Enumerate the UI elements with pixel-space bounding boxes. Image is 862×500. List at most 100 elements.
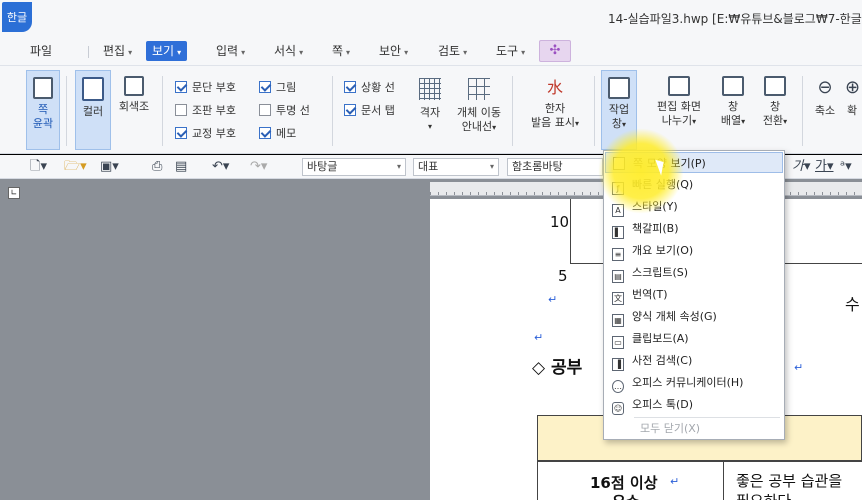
axis-label-5: 5 (558, 267, 568, 285)
checkbox-proof-mark[interactable]: 교정 부호 (175, 126, 236, 142)
menu-file-label: 파일 (30, 44, 53, 58)
hangul-app-logo[interactable]: 한글 (2, 2, 32, 32)
chat-bubble-icon: … (612, 380, 624, 393)
menu-review-label: 검토 (438, 44, 461, 58)
menu-review[interactable]: 검토 ▾ (432, 41, 473, 61)
menu-security[interactable]: 보안 ▾ (373, 41, 414, 61)
grid-button[interactable]: 격자 ▾ (412, 70, 448, 150)
object-move-guide-label-2: 안내선▾ (452, 120, 506, 135)
hanja-label-2: 발음 표시▾ (524, 116, 586, 131)
print-icon[interactable]: ⎙ (152, 159, 162, 175)
menu-item-form-object-properties[interactable]: ▦ 양식 개체 속성(G) (605, 306, 783, 327)
edit-screen-split-label: 편집 화면 (657, 100, 701, 113)
menu-item-dictionary-search[interactable]: ▐ 사전 검색(C) (605, 350, 783, 371)
chart-text-su: 수 (845, 295, 860, 314)
checkbox-document-tab[interactable]: 문서 탭 (344, 103, 395, 119)
preview-icon[interactable]: ▤ (175, 159, 187, 175)
menu-insert-label: 입력 (216, 44, 239, 58)
checkbox-memo[interactable]: 메모 (259, 126, 296, 142)
window-arrange-label-2: 배열▾ (714, 114, 752, 129)
redo-icon[interactable]: ↷▾ (250, 159, 267, 175)
page-view-icon (613, 157, 625, 170)
menu-item-office-talk[interactable]: ☺ 오피스 톡(D) (605, 394, 783, 415)
checkbox-transparent-line[interactable]: 투명 선 (259, 103, 310, 119)
menu-item-quick-run[interactable]: ƒ 빠른 실행(Q) (605, 174, 783, 195)
ruler-toggle-icon[interactable]: ∟ (8, 187, 20, 199)
menu-item-label: 모두 닫기(X) (640, 422, 701, 435)
puzzle-icon[interactable]: ✣ (539, 40, 571, 62)
checkbox-status-line[interactable]: 상황 선 (344, 80, 395, 96)
color-button[interactable]: 컬러 (75, 70, 111, 150)
zoom-out-icon: ⊖ (817, 77, 833, 98)
window-switch-label-2: 전환▾ (756, 114, 794, 129)
menu-item-style[interactable]: A 스타일(Y) (605, 196, 783, 217)
representative-font-select[interactable]: 대표 ▾ (413, 158, 499, 176)
menu-item-clipboard[interactable]: ▭ 클립보드(A) (605, 328, 783, 349)
zoom-in-button[interactable]: ⊕ 확 (843, 70, 862, 150)
menu-page[interactable]: 쪽 ▾ (326, 41, 356, 61)
italic-button[interactable]: 가▾ (792, 159, 811, 175)
menu-view[interactable]: 보기 ▾ (146, 41, 188, 61)
save-icon[interactable]: ▣▾ (100, 159, 119, 175)
menu-item-script[interactable]: ▤ 스크립트(S) (605, 262, 783, 283)
grid-label: 격자 (419, 106, 441, 119)
menu-item-close-all[interactable]: 모두 닫기(X) (605, 418, 783, 439)
menu-item-label: 스타일(Y) (632, 200, 678, 213)
checkbox-icon (175, 104, 187, 116)
font-select[interactable]: 함초롬바탕 (507, 158, 603, 176)
menu-bar: 파일 편집 ▾ 보기 ▾ 입력 ▾ 서식 ▾ 쪽 ▾ 보안 ▾ 검토 ▾ 도구 ▾ ✣ (0, 36, 862, 66)
chevron-down-icon: ▾ (396, 162, 401, 171)
style-select-value: 바탕글 (307, 160, 338, 173)
zoom-in-icon: ⊕ (845, 77, 861, 98)
menu-item-page-view[interactable]: 쪽 모양 보기(P) (605, 152, 783, 173)
page-outline-button[interactable]: 쪽 윤곽 (26, 70, 60, 150)
undo-icon[interactable]: ↶▾ (212, 159, 229, 175)
underline-button[interactable]: 가▾ (815, 159, 834, 175)
menu-divider (88, 46, 89, 58)
hanja-label-text: 발음 표시 (531, 116, 575, 129)
menu-edit[interactable]: 편집 ▾ (97, 41, 138, 61)
checkbox-picture[interactable]: 그림 (259, 80, 296, 96)
window-arrange-label: 창 (727, 100, 739, 113)
task-window-dropdown: 쪽 모양 보기(P) ƒ 빠른 실행(Q) A 스타일(Y) ▌ 책갈피(B) ≡ 개요… (603, 150, 785, 440)
edit-screen-split-button[interactable]: 편집 화면 나누기▾ (648, 70, 710, 150)
menu-item-label: 개요 보기(O) (632, 244, 694, 257)
hanja-pronunciation-button[interactable]: 水 한자 발음 표시▾ (524, 70, 586, 150)
window-arrange-button[interactable]: 창 배열▾ (714, 70, 752, 150)
zoom-out-button[interactable]: ⊖ 축소 (808, 70, 842, 150)
checkbox-icon (259, 127, 271, 139)
menu-item-translate[interactable]: 文 번역(T) (605, 284, 783, 305)
open-folder-icon[interactable]: 🗁▾ (64, 159, 87, 175)
page-outline-icon (33, 77, 53, 99)
clipboard-icon: ▭ (612, 336, 624, 349)
chevron-down-icon: ▾ (128, 48, 133, 57)
menu-tools[interactable]: 도구 ▾ (490, 41, 531, 61)
checkbox-paragraph-mark[interactable]: 문단 부호 (175, 80, 236, 96)
checkbox-label: 문단 부호 (192, 81, 236, 94)
task-window-button[interactable]: 작업 창▾ (601, 70, 637, 150)
menu-item-office-communicator[interactable]: … 오피스 커뮤니케이터(H) (605, 372, 783, 393)
window-switch-button[interactable]: 창 전환▾ (756, 70, 794, 150)
chevron-down-icon: ▾ (521, 48, 526, 57)
object-move-guide-button[interactable]: 개체 이동 안내선▾ (452, 70, 506, 150)
menu-item-outline-view[interactable]: ≡ 개요 보기(O) (605, 240, 783, 261)
table-cell-description: 좋은 공부 습관을 (736, 472, 843, 490)
menu-format-label: 서식 (274, 44, 297, 58)
strikethrough-button[interactable]: ᵃ▾ (840, 159, 852, 175)
window-title: 14-실습파일3.hwp [E:₩유튜브&블로그₩7-한글 (608, 12, 862, 26)
menu-insert[interactable]: 입력 ▾ (210, 41, 251, 61)
robot-icon: ☺ (612, 402, 624, 415)
grayscale-button[interactable]: 회색조 (114, 70, 154, 150)
chevron-down-icon: ▾ (692, 117, 697, 126)
new-document-icon[interactable]: 🗋▾ (30, 159, 47, 175)
menu-item-bookmark[interactable]: ▌ 책갈피(B) (605, 218, 783, 239)
style-icon: A (612, 204, 624, 217)
style-select[interactable]: 바탕글 ▾ (302, 158, 406, 176)
ribbon-divider (162, 76, 163, 146)
checkbox-layout-mark[interactable]: 조판 부호 (175, 103, 236, 119)
ribbon-divider (66, 76, 67, 146)
chevron-down-icon: ▾ (741, 117, 746, 126)
task-window-icon (608, 77, 630, 99)
menu-file[interactable]: 파일 (24, 41, 58, 61)
menu-format[interactable]: 서식 ▾ (268, 41, 309, 61)
